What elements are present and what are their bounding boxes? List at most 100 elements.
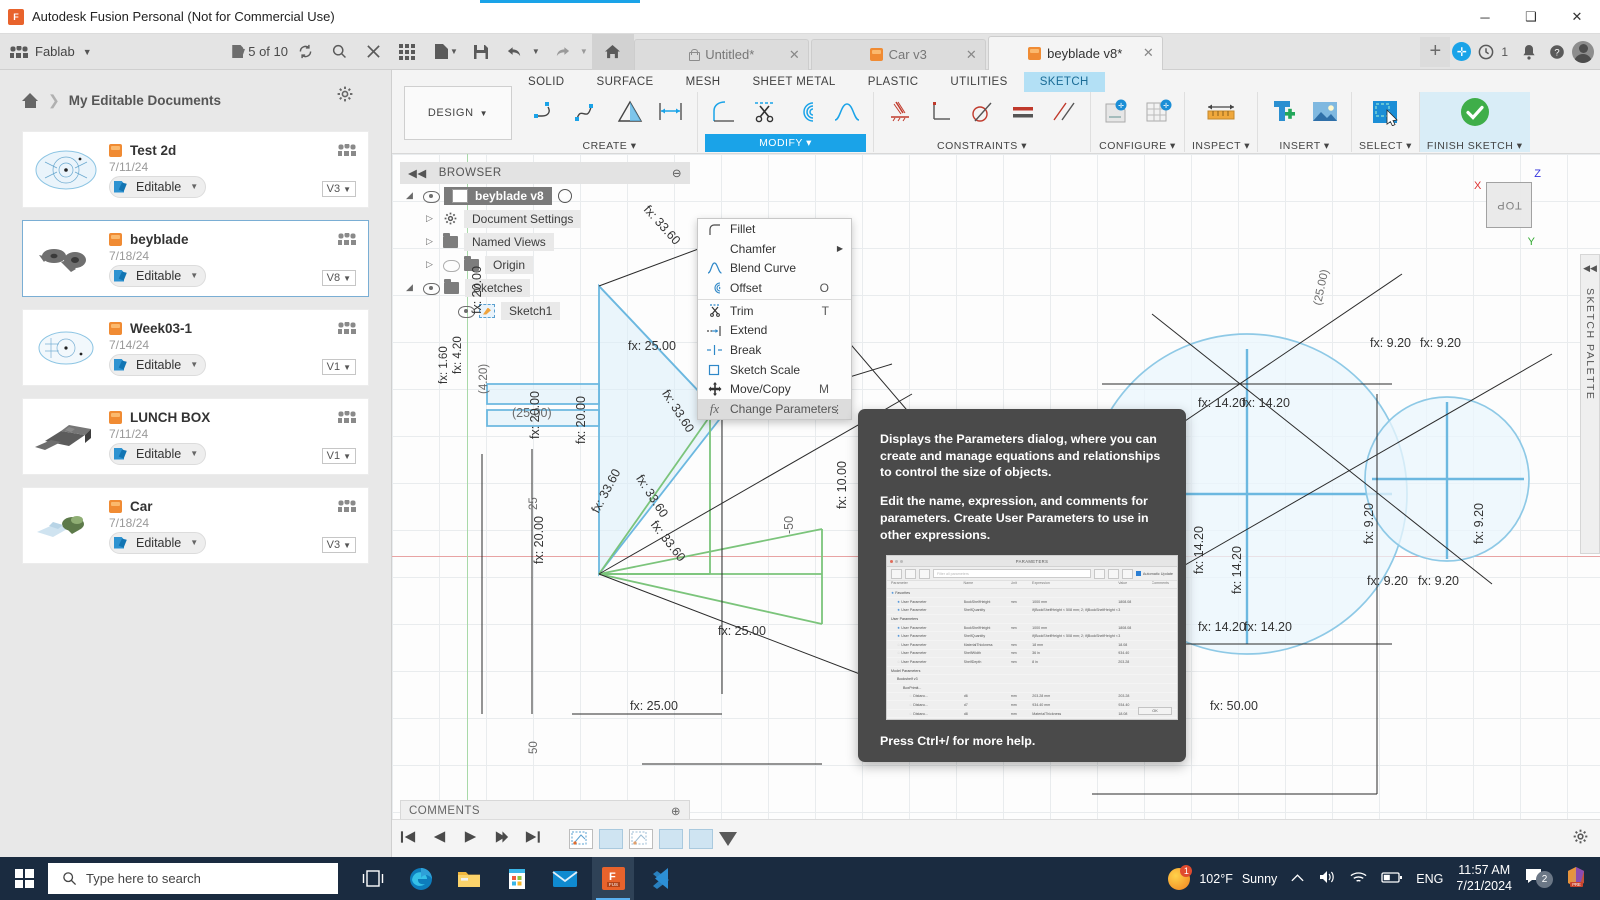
tab-utilities[interactable]: UTILITIES bbox=[934, 72, 1023, 92]
task-view-icon[interactable] bbox=[352, 857, 394, 900]
job-status-icon[interactable] bbox=[1473, 37, 1499, 67]
dimension-label[interactable]: fx: 50.00 bbox=[1210, 699, 1258, 713]
workspace-switcher[interactable]: DESIGN ▼ bbox=[404, 86, 512, 140]
trim-scissors-icon[interactable] bbox=[746, 93, 784, 131]
dimension-label[interactable]: fx: 25.00 bbox=[718, 624, 766, 638]
new-tab-button[interactable]: + bbox=[1420, 36, 1451, 67]
dimension-label[interactable]: (4.20) bbox=[478, 364, 490, 394]
dimension-label[interactable]: fx: 20.00 bbox=[532, 516, 546, 564]
redo-icon[interactable] bbox=[546, 37, 580, 67]
tab-close-icon[interactable]: ✕ bbox=[789, 47, 800, 63]
tab-beyblade-v8[interactable]: beyblade v8* ✕ bbox=[987, 35, 1163, 70]
perpendicular-icon[interactable] bbox=[922, 93, 960, 131]
tab-close-icon[interactable]: ✕ bbox=[1143, 45, 1154, 61]
visibility-eye-icon[interactable] bbox=[423, 190, 440, 203]
parallel-icon[interactable] bbox=[1004, 93, 1042, 131]
tab-solid[interactable]: SOLID bbox=[512, 72, 581, 92]
close-panel-icon[interactable] bbox=[356, 37, 390, 67]
line-icon[interactable] bbox=[529, 93, 567, 131]
menu-item-offset[interactable]: Offset O bbox=[698, 278, 851, 298]
undo-chevron-icon[interactable]: ▼ bbox=[532, 47, 540, 56]
collapse-left-icon[interactable]: ◀◀ bbox=[1583, 263, 1597, 274]
menu-item-blend-curve[interactable]: Blend Curve bbox=[698, 258, 851, 278]
fix-ground-icon[interactable] bbox=[881, 93, 919, 131]
dimension-label[interactable]: fx: 9.20 bbox=[1367, 574, 1408, 588]
tab-plastic[interactable]: PLASTIC bbox=[852, 72, 935, 92]
list-item[interactable]: LUNCH BOX 7/11/24 Editable ▼ V1 ▼ bbox=[22, 398, 369, 475]
user-avatar[interactable] bbox=[1572, 40, 1594, 63]
dimension-label[interactable]: fx: 14.20 bbox=[1198, 620, 1246, 634]
activate-component-icon[interactable] bbox=[557, 188, 572, 203]
editable-dropdown[interactable]: Editable ▼ bbox=[109, 353, 207, 376]
timeline-feature[interactable] bbox=[599, 828, 623, 849]
notifications-icon[interactable]: 2 bbox=[1525, 868, 1553, 890]
list-item[interactable]: Test 2d 7/11/24 Editable ▼ V3 ▼ bbox=[22, 131, 369, 208]
list-item[interactable]: Week03-1 7/14/24 Editable ▼ V1 ▼ bbox=[22, 309, 369, 386]
editable-dropdown[interactable]: Editable ▼ bbox=[109, 531, 207, 554]
dimension-label[interactable]: fx: 14.20 bbox=[1198, 396, 1246, 410]
tree-node-named-views[interactable]: ▷ Named Views bbox=[400, 230, 690, 253]
grid-apps-icon[interactable] bbox=[390, 37, 424, 67]
view-cube[interactable]: TOP X Z Y bbox=[1474, 168, 1541, 248]
tree-node-sketch1[interactable]: Sketch1 bbox=[400, 299, 690, 322]
help-icon[interactable]: ? bbox=[1544, 37, 1570, 67]
ribbon-group-label-constraints[interactable]: CONSTRAINTS ▾ bbox=[937, 137, 1027, 152]
menu-item-extend[interactable]: Extend bbox=[698, 320, 851, 340]
home-icon[interactable] bbox=[591, 33, 634, 70]
new-file-chevron-icon[interactable]: ▼ bbox=[450, 47, 458, 56]
dimension-label[interactable]: 50 bbox=[528, 741, 540, 754]
fusion-icon[interactable]: F FUS bbox=[592, 857, 634, 900]
collapse-left-icon[interactable]: ◀◀ bbox=[408, 166, 427, 180]
dimension-label[interactable]: fx: 9.20 bbox=[1472, 503, 1486, 544]
expand-arrow-icon[interactable]: ◢ bbox=[406, 282, 417, 293]
dimension-label[interactable]: 25 bbox=[528, 497, 540, 510]
tab-surface[interactable]: SURFACE bbox=[581, 72, 670, 92]
dimension-label[interactable]: fx: 4.20 bbox=[452, 336, 464, 374]
office-icon[interactable]: PRE bbox=[1564, 865, 1588, 892]
maximize-button[interactable]: ❑ bbox=[1508, 0, 1554, 34]
spline-icon[interactable] bbox=[570, 93, 608, 131]
file-explorer-icon[interactable] bbox=[448, 857, 490, 900]
version-badge[interactable]: V1 ▼ bbox=[321, 448, 356, 464]
plus-circle-icon[interactable]: ⊕ bbox=[671, 804, 681, 818]
version-badge[interactable]: V8 ▼ bbox=[321, 270, 356, 286]
editable-dropdown[interactable]: Editable ▼ bbox=[109, 264, 207, 287]
mail-icon[interactable] bbox=[544, 857, 586, 900]
menu-item-chamfer[interactable]: Chamfer ▶ bbox=[698, 239, 851, 259]
insert-image-icon[interactable] bbox=[1306, 93, 1344, 131]
ribbon-group-label-select[interactable]: SELECT ▾ bbox=[1359, 137, 1412, 152]
menu-item-break[interactable]: Break bbox=[698, 340, 851, 360]
expand-arrow-icon[interactable]: ◢ bbox=[406, 190, 417, 201]
ribbon-group-label-create[interactable]: CREATE ▾ bbox=[582, 137, 636, 152]
clock[interactable]: 11:57 AM 7/21/2024 bbox=[1456, 863, 1512, 894]
timeline-marker[interactable] bbox=[719, 831, 737, 846]
weather-widget[interactable]: 1 102°F Sunny bbox=[1168, 864, 1277, 890]
hub-name[interactable]: Fablab bbox=[35, 44, 75, 59]
insert-mcmaster-icon[interactable] bbox=[1265, 93, 1303, 131]
configure-part-icon[interactable]: ✛ bbox=[1098, 93, 1136, 131]
battery-icon[interactable] bbox=[1381, 871, 1403, 887]
refresh-icon[interactable] bbox=[288, 37, 322, 67]
skip-start-icon[interactable] bbox=[400, 830, 417, 847]
redo-chevron-icon[interactable]: ▼ bbox=[580, 47, 588, 56]
fillet-icon[interactable] bbox=[705, 93, 743, 131]
expand-arrow-icon[interactable]: ▷ bbox=[426, 236, 437, 247]
edge-icon[interactable] bbox=[400, 857, 442, 900]
editable-dropdown[interactable]: Editable ▼ bbox=[109, 175, 207, 198]
dimension-label[interactable]: fx: 14.20 bbox=[1242, 396, 1290, 410]
menu-item-sketch-scale[interactable]: Sketch Scale bbox=[698, 360, 851, 380]
ribbon-group-label-inspect[interactable]: INSPECT ▾ bbox=[1192, 137, 1250, 152]
dimension-label[interactable]: fx: 20.00 bbox=[470, 266, 484, 314]
dimension-label[interactable]: fx: 14.20 bbox=[1244, 620, 1292, 634]
play-icon[interactable] bbox=[462, 830, 479, 847]
triangle-polygon-icon[interactable] bbox=[611, 93, 649, 131]
language-indicator[interactable]: ENG bbox=[1416, 872, 1443, 886]
measure-icon[interactable] bbox=[1202, 93, 1240, 131]
volume-icon[interactable] bbox=[1318, 869, 1336, 888]
sketch-palette-tab[interactable]: ◀◀ SKETCH PALETTE bbox=[1580, 254, 1600, 554]
version-badge[interactable]: V3 ▼ bbox=[321, 181, 356, 197]
skip-end-icon[interactable] bbox=[524, 830, 541, 847]
tab-mesh[interactable]: MESH bbox=[670, 72, 737, 92]
tab-untitled[interactable]: Untitled* ✕ bbox=[633, 38, 809, 70]
more-options-icon[interactable]: ⋮ bbox=[832, 403, 843, 416]
